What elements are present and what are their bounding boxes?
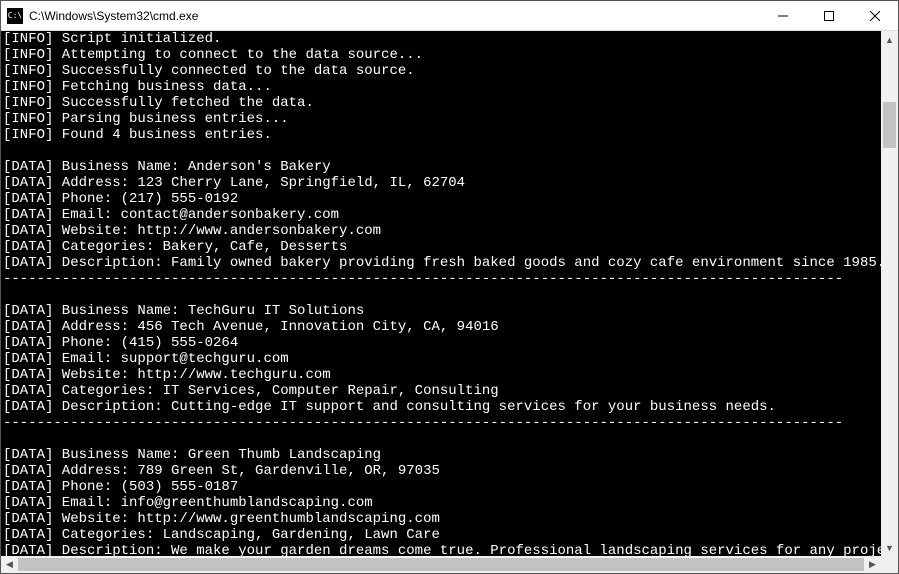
scroll-right-arrow-icon[interactable]: ▶ xyxy=(864,556,881,573)
maximize-button[interactable] xyxy=(806,1,852,31)
close-icon xyxy=(870,11,880,21)
scroll-up-arrow-icon[interactable]: ▲ xyxy=(881,31,898,48)
window-titlebar[interactable]: C:\ C:\Windows\System32\cmd.exe xyxy=(1,1,898,31)
vertical-scrollbar[interactable]: ▲ ▼ xyxy=(881,31,898,556)
horizontal-scroll-thumb[interactable] xyxy=(18,558,864,571)
terminal-output[interactable]: [INFO] Script initialized. [INFO] Attemp… xyxy=(1,31,881,556)
cmd-icon: C:\ xyxy=(7,8,23,24)
scroll-down-arrow-icon[interactable]: ▼ xyxy=(881,539,898,556)
maximize-icon xyxy=(824,11,834,21)
vertical-scroll-thumb[interactable] xyxy=(883,102,896,148)
horizontal-scroll-track[interactable] xyxy=(18,556,864,573)
horizontal-scrollbar[interactable]: ◀ ▶ xyxy=(1,556,898,573)
close-button[interactable] xyxy=(852,1,898,31)
window-title: C:\Windows\System32\cmd.exe xyxy=(29,9,198,23)
scrollbar-corner xyxy=(881,556,898,573)
minimize-icon xyxy=(778,11,788,21)
minimize-button[interactable] xyxy=(760,1,806,31)
vertical-scroll-track[interactable] xyxy=(881,48,898,539)
scroll-left-arrow-icon[interactable]: ◀ xyxy=(1,556,18,573)
